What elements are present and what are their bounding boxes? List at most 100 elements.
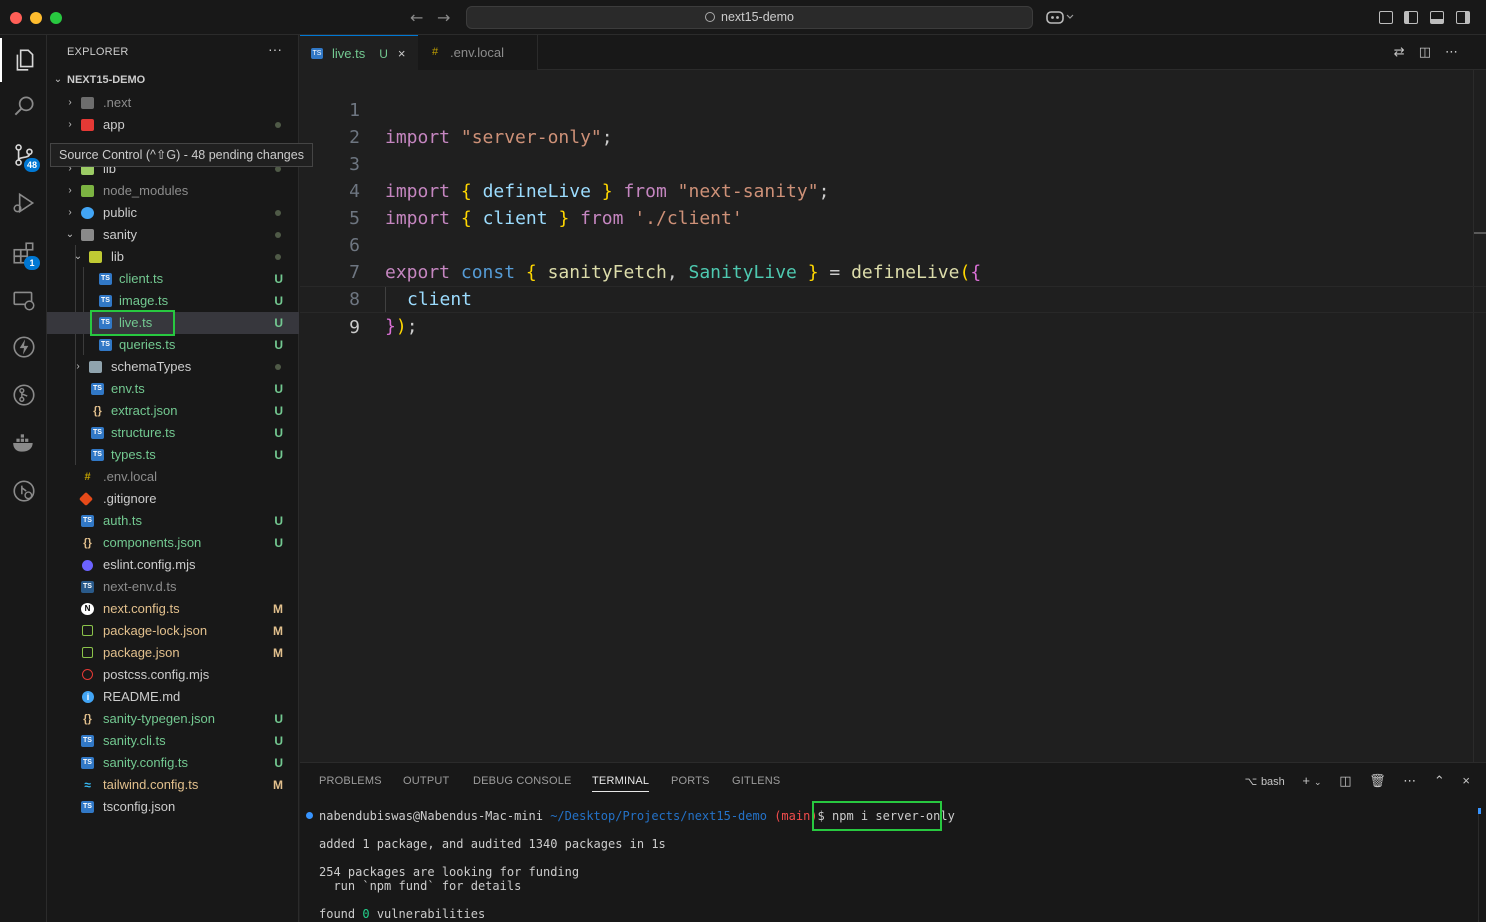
toggle-sidebar-icon[interactable] [1404,11,1418,24]
tree-item-sanity-cli[interactable]: TS sanity.cli.ts U [47,730,299,752]
git-status-badge: U [274,272,283,286]
tree-item-label: queries.ts [119,337,176,352]
ts-file-icon: TS [99,273,112,285]
tree-item-env-ts[interactable]: TS env.ts U [47,378,299,400]
npm-file-icon [82,647,93,658]
tree-item-gitignore[interactable]: .gitignore [47,488,299,510]
tree-item-sanity-folder[interactable]: ⌄ sanity [47,224,299,246]
search-icon [705,12,716,22]
tree-item-tsconfig[interactable]: TS tsconfig.json [47,796,299,818]
tab-env-local[interactable]: # .env.local [418,35,538,70]
split-terminal-icon[interactable]: ◫ [1339,773,1351,788]
punctuation: ; [406,316,418,337]
timeline-activity-icon[interactable] [0,469,47,513]
source-control-activity-icon[interactable]: 48 [0,133,47,177]
back-arrow-icon[interactable]: ← [410,8,423,27]
gitlens-activity-icon[interactable] [0,373,47,417]
close-panel-icon[interactable]: × [1462,773,1470,788]
tab-debug-console[interactable]: DEBUG CONSOLE [473,775,572,787]
customize-layout-icon[interactable] [1379,11,1393,24]
tree-item-app-folder[interactable]: › app [47,114,299,136]
tree-item-types-ts[interactable]: TS types.ts U [47,444,299,466]
tree-item-next-config[interactable]: N next.config.ts M [47,598,299,620]
tab-live-ts[interactable]: TS live.ts U × [300,35,418,70]
terminal-scrollbar[interactable] [1478,808,1486,922]
maximize-panel-icon[interactable]: ⌃ [1434,773,1445,788]
copilot-icon[interactable] [1046,9,1076,25]
trash-icon[interactable]: 🗑 [1369,773,1386,788]
tree-item-label: README.md [103,689,181,704]
tree-item-label: postcss.config.mjs [103,667,210,682]
tree-item-queries-ts[interactable]: TS queries.ts U [47,334,299,356]
tree-item-sanity-config[interactable]: TS sanity.config.ts U [47,752,299,774]
search-activity-icon[interactable] [0,84,47,128]
tree-item-sanity-typegen[interactable]: {} sanity-typegen.json U [47,708,299,730]
ts-file-icon: TS [99,339,112,351]
folder-sanity-icon [81,229,94,241]
lightning-activity-icon[interactable] [0,325,47,369]
tree-item-label: client.ts [119,271,164,286]
tab-output[interactable]: OUTPUT [403,775,449,787]
chevron-right-icon: › [68,119,72,130]
tree-item-components-json[interactable]: {} components.json U [47,532,299,554]
terminal-text: found [319,907,356,921]
tree-item-package-lock[interactable]: package-lock.json M [47,620,299,642]
tree-item-label: extract.json [111,403,178,418]
open-changes-icon[interactable]: ⇄ [1394,44,1419,59]
ts-file-icon: TS [311,48,323,59]
minimize-window-button[interactable] [30,12,42,24]
tree-item-label: package-lock.json [103,623,208,638]
more-actions-icon[interactable]: ⋯ [1403,773,1416,788]
tree-item-auth-ts[interactable]: TS auth.ts U [47,510,299,532]
tree-item-image-ts[interactable]: TS image.ts U [47,290,299,312]
tree-item-eslint-config[interactable]: eslint.config.mjs [47,554,299,576]
run-debug-activity-icon[interactable] [0,181,47,225]
code-editor[interactable]: 1 import "server-only"; 2 3 import { def… [300,70,1486,762]
project-root-header[interactable]: ⌄ NEXT15-DEMO [47,69,299,91]
git-status-badge: U [274,448,283,462]
tree-item-extract-json[interactable]: {} extract.json U [47,400,299,422]
tab-problems[interactable]: PROBLEMS [319,775,382,787]
tree-item-readme[interactable]: i README.md [47,686,299,708]
close-window-button[interactable] [10,12,22,24]
explorer-activity-icon[interactable] [0,38,47,82]
bottom-panel: PROBLEMS OUTPUT DEBUG CONSOLE TERMINAL P… [300,762,1486,922]
tree-item-node-modules-folder[interactable]: › node_modules [47,180,299,202]
docker-activity-icon[interactable] [0,421,47,465]
tree-item-structure-ts[interactable]: TS structure.ts U [47,422,299,444]
explorer-more-icon[interactable]: ··· [268,41,282,57]
command-highlight [812,801,942,831]
tab-terminal[interactable]: TERMINAL [592,775,650,792]
tree-item-sanity-lib-folder[interactable]: ⌄ lib [47,246,299,268]
tree-item-client-ts[interactable]: TS client.ts U [47,268,299,290]
more-actions-icon[interactable]: ⋯ [1445,44,1472,59]
extensions-activity-icon[interactable]: 1 [0,231,47,275]
code-line: 8 }); [300,259,1486,337]
eslint-file-icon [82,560,93,571]
tree-item-postcss-config[interactable]: postcss.config.mjs [47,664,299,686]
tree-item-label: tsconfig.json [103,799,176,814]
chevron-down-icon[interactable]: ⌄ [1314,777,1322,787]
git-status-badge: U [274,382,283,396]
tree-item-tailwind-config[interactable]: ≈ tailwind.config.ts M [47,774,299,796]
modified-dot [275,364,281,370]
tree-item-schematypes-folder[interactable]: › schemaTypes [47,356,299,378]
forward-arrow-icon[interactable]: → [437,8,450,27]
split-editor-icon[interactable]: ◫ [1419,44,1445,59]
tab-ports[interactable]: PORTS [671,775,710,787]
tab-gitlens[interactable]: GITLENS [732,775,780,787]
new-terminal-icon[interactable]: + [1302,773,1310,788]
remote-explorer-activity-icon[interactable] [0,278,47,322]
toggle-secondary-sidebar-icon[interactable] [1456,11,1470,24]
tree-item-next-env-dts[interactable]: TS next-env.d.ts [47,576,299,598]
toggle-panel-icon[interactable] [1430,11,1444,24]
tree-item-package-json[interactable]: package.json M [47,642,299,664]
code-line: 7 client [300,232,1486,313]
terminal-shell-label[interactable]: bash [1261,776,1285,788]
command-center-search[interactable]: next15-demo [466,6,1033,29]
close-icon[interactable]: × [398,46,406,61]
tree-item-public-folder[interactable]: › public [47,202,299,224]
tree-item-env-local[interactable]: # .env.local [47,466,299,488]
maximize-window-button[interactable] [50,12,62,24]
tree-item-next-folder[interactable]: › .next [47,92,299,114]
